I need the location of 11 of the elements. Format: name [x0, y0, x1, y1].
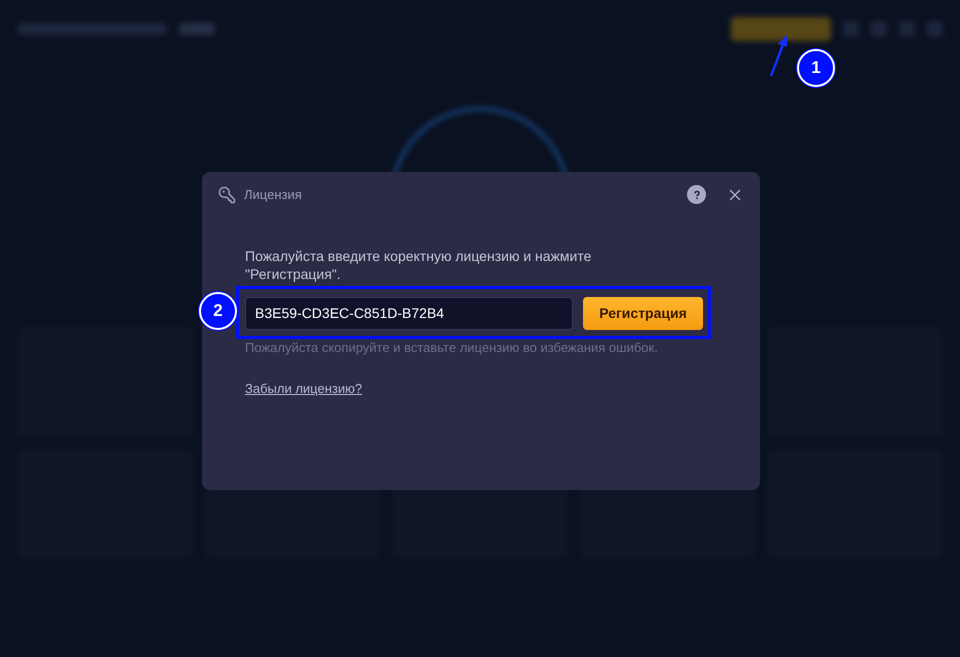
dialog-title: Лицензия — [244, 186, 302, 204]
hint-text: Пожалуйста скопируйте и вставьте лицензию во избежания ошибок. — [245, 338, 659, 357]
key-icon — [218, 186, 236, 204]
help-icon[interactable] — [687, 185, 706, 204]
pointer-arrow — [768, 34, 790, 78]
license-input-field[interactable]: B3E59-CD3EC-C851D-B72B4 — [245, 296, 573, 330]
instruction-text: Пожалуйста введите коректную лицензию и нажмите "Регистрация". — [245, 246, 592, 282]
step-callout: 2 — [199, 292, 237, 330]
register-button[interactable]: Регистрация — [583, 296, 703, 330]
step-callout: 1 — [797, 49, 835, 87]
forgot-license-link[interactable]: Забыли лицензию? — [245, 379, 362, 398]
